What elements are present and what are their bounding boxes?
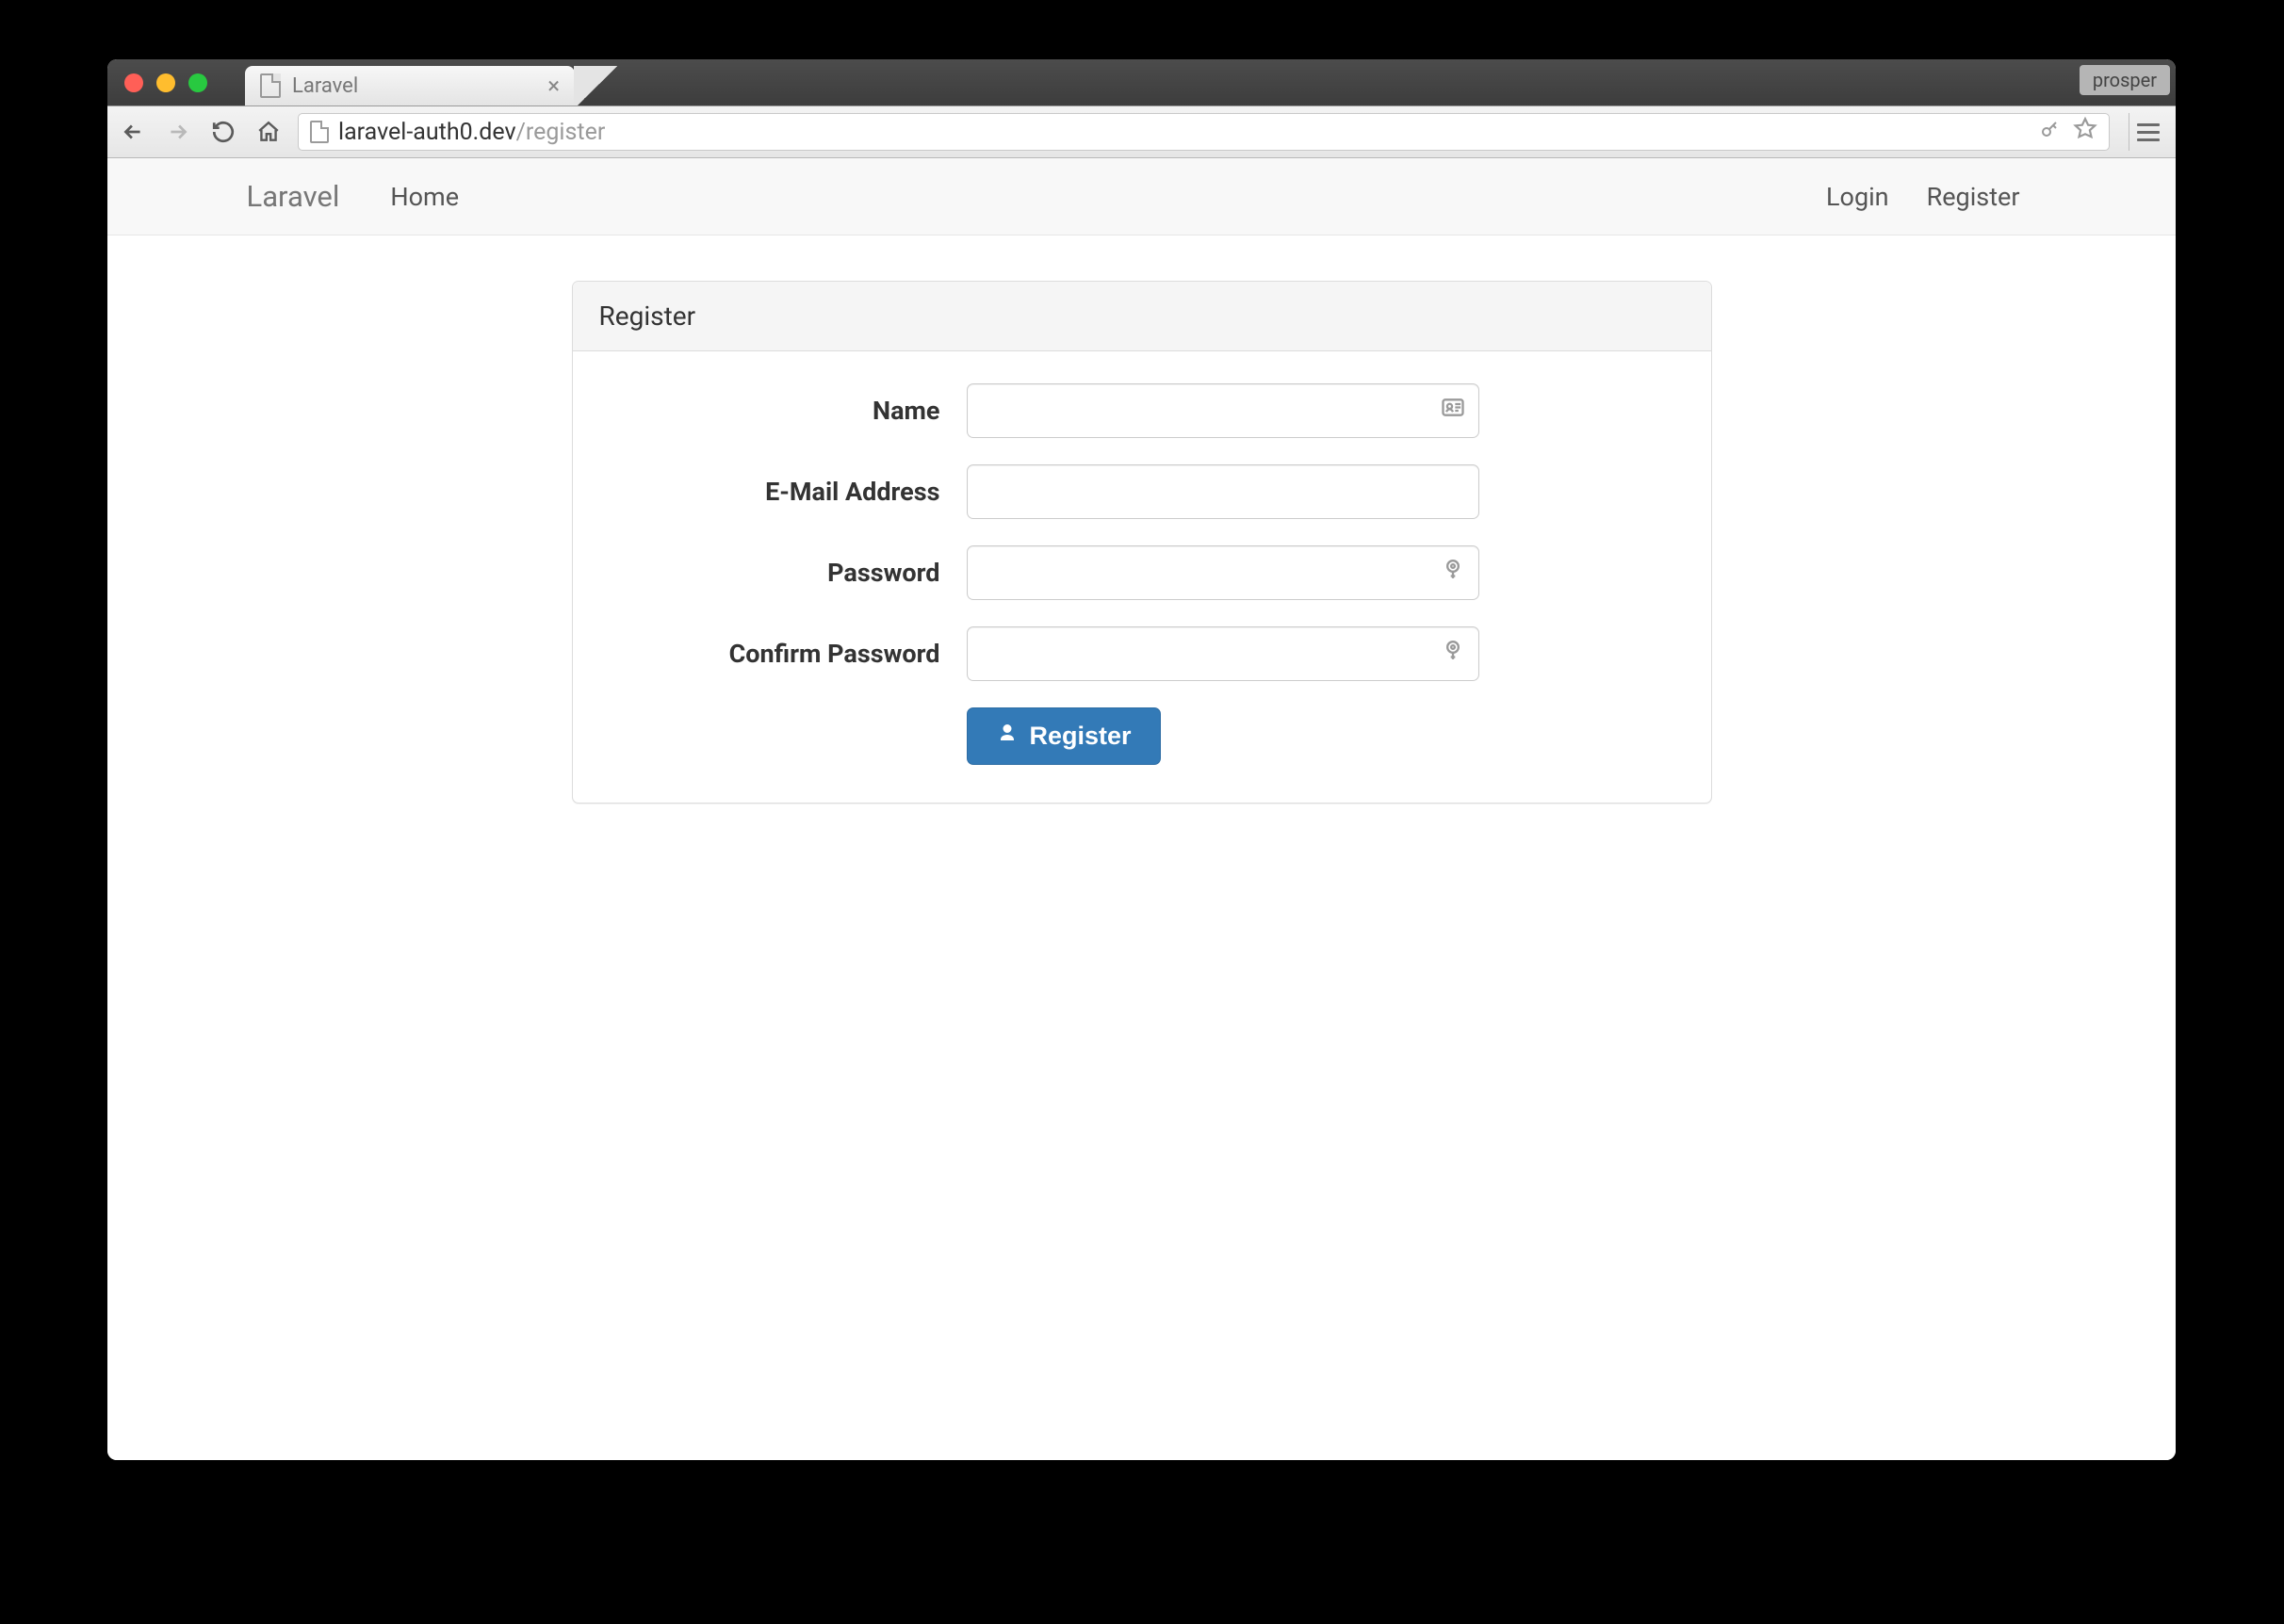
address-bar[interactable]: laravel-auth0.dev/register bbox=[298, 113, 2110, 151]
nav-home-link[interactable]: Home bbox=[373, 172, 476, 221]
browser-window: Laravel × prosper laravel-aut bbox=[107, 59, 2176, 1460]
url-path: /register bbox=[516, 119, 606, 146]
page-icon bbox=[260, 73, 281, 98]
browser-tab[interactable]: Laravel × bbox=[245, 66, 575, 106]
back-button[interactable] bbox=[117, 116, 149, 148]
window-maximize-button[interactable] bbox=[188, 73, 207, 92]
forward-button[interactable] bbox=[162, 116, 194, 148]
menu-button[interactable] bbox=[2129, 113, 2166, 151]
nav-register-link[interactable]: Register bbox=[1910, 172, 2037, 221]
register-button[interactable]: Register bbox=[967, 707, 1161, 765]
email-input[interactable] bbox=[967, 464, 1479, 519]
panel-title: Register bbox=[573, 282, 1711, 351]
keychain-icon bbox=[1440, 557, 1466, 590]
mac-traffic-lights bbox=[124, 59, 245, 106]
page-icon bbox=[310, 121, 329, 143]
tab-close-button[interactable]: × bbox=[547, 74, 560, 97]
contact-card-icon bbox=[1440, 395, 1466, 428]
browser-toolbar: laravel-auth0.dev/register bbox=[107, 106, 2176, 158]
page-content: Laravel Home Login Register Register Nam… bbox=[107, 158, 2176, 1460]
bookmark-star-icon[interactable] bbox=[2073, 117, 2097, 148]
url-text: laravel-auth0.dev/register bbox=[338, 119, 605, 146]
password-label: Password bbox=[599, 558, 967, 588]
confirm-password-label: Confirm Password bbox=[599, 639, 967, 669]
profile-chip[interactable]: prosper bbox=[2080, 65, 2170, 95]
password-input[interactable] bbox=[967, 545, 1479, 600]
keychain-icon bbox=[1440, 638, 1466, 671]
tab-title: Laravel bbox=[292, 74, 358, 98]
window-minimize-button[interactable] bbox=[156, 73, 175, 92]
email-label: E-Mail Address bbox=[599, 477, 967, 507]
home-button[interactable] bbox=[253, 116, 285, 148]
register-panel: Register Name E-Mail bbox=[572, 281, 1712, 804]
tab-decoration bbox=[574, 66, 621, 106]
confirm-password-input[interactable] bbox=[967, 626, 1479, 681]
url-host: laravel-auth0.dev bbox=[338, 119, 516, 146]
nav-login-link[interactable]: Login bbox=[1809, 172, 1906, 221]
user-icon bbox=[996, 722, 1019, 751]
brand-link[interactable]: Laravel bbox=[247, 179, 340, 214]
register-button-label: Register bbox=[1030, 722, 1132, 751]
tab-strip: Laravel × prosper bbox=[107, 59, 2176, 106]
reload-button[interactable] bbox=[207, 116, 239, 148]
app-navbar: Laravel Home Login Register bbox=[107, 158, 2176, 235]
window-close-button[interactable] bbox=[124, 73, 143, 92]
name-label: Name bbox=[599, 396, 967, 426]
password-key-icon[interactable] bbox=[2039, 118, 2062, 147]
name-input[interactable] bbox=[967, 383, 1479, 438]
